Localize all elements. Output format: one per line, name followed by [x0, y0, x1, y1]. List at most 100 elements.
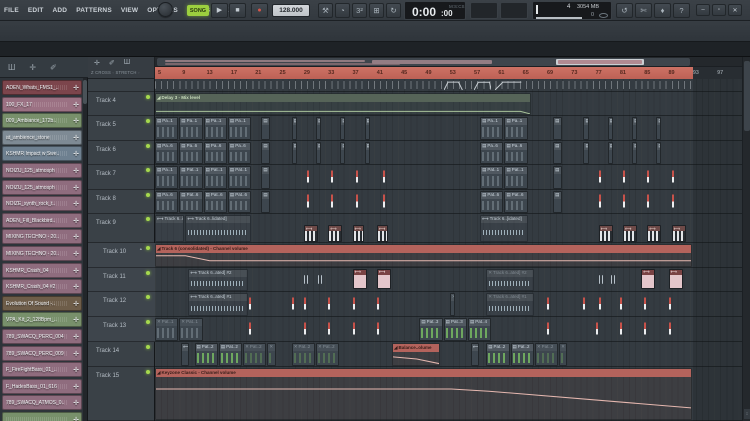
wait-for-input-icon[interactable]: ◔ — [335, 3, 350, 18]
tempo-display[interactable]: 128.000 — [272, 4, 310, 17]
minimize-button[interactable]: – — [696, 4, 710, 16]
track-lane[interactable]: ✕ Pat..1 ✕ Pat..1 ▤ Pat..3 ▤ Pat..3 ▤ Pat..4 — [155, 317, 742, 342]
mini-pattern-clip[interactable]: ▤ — [291, 117, 297, 140]
blend-recording-icon[interactable]: ⊞ — [369, 3, 384, 18]
drag-handle-icon[interactable]: ✛ — [73, 250, 79, 258]
track-name[interactable]: Track 15 — [96, 373, 119, 379]
audio-spike-clip[interactable] — [328, 295, 331, 313]
drag-handle-icon[interactable]: ✛ — [73, 150, 79, 158]
pattern-clip[interactable]: ▤ Pat..1 — [480, 166, 504, 189]
drag-handle-icon[interactable]: ✛ — [73, 416, 79, 421]
picker-item[interactable]: F_HadesBass_01_616 ✛ — [2, 378, 82, 394]
pattern-clip[interactable]: ▤ Pa..1 — [179, 117, 203, 140]
zcross-toggle-icon[interactable]: ◦ — [112, 70, 114, 75]
pattern-clip-muted[interactable]: ✕ Pat..2 — [291, 343, 316, 366]
pattern-clip[interactable]: ▤ Pat..6 — [504, 191, 528, 213]
drag-handle-icon[interactable]: ✛ — [73, 267, 79, 275]
audio-clip[interactable]: ⟷ Track 6..ated] #2 — [188, 269, 249, 291]
audio-spike-clip[interactable] — [668, 295, 671, 313]
play-button[interactable]: ▶ — [211, 3, 228, 18]
track-lane[interactable]: ⟷▤Pat..2▤Pat..2✕Pat..2✕✕Pat..2✕Pat..2◢Ba… — [155, 342, 742, 367]
audio-spike-clip[interactable] — [671, 168, 674, 186]
mini-pattern-clip[interactable]: ▤ — [656, 142, 662, 164]
draw-icon[interactable]: ✐ — [50, 63, 57, 72]
loop-recording-icon[interactable]: ↻ — [386, 3, 401, 18]
audio-spike-clip[interactable] — [303, 295, 306, 313]
move-icon[interactable]: ✛ — [29, 63, 36, 72]
track-name-cell[interactable]: Track 5 — [88, 116, 155, 141]
audio-clip[interactable]: ⟷ Track 6..lidated] — [185, 215, 252, 242]
track-lane[interactable] — [155, 79, 742, 92]
pattern-clip[interactable]: ▤ Pat..1 — [179, 166, 203, 189]
mini-pattern-clip[interactable]: ▤ — [553, 191, 562, 213]
pattern-clip[interactable]: ▤ Pat..3 — [443, 318, 467, 341]
audio-spike-clip[interactable] — [303, 320, 306, 338]
pattern-clip[interactable]: ▤ Pat..2 — [194, 343, 218, 366]
audio-spike-clip[interactable] — [328, 320, 331, 338]
picker-item[interactable]: Evolution Of Sound -.. ✛ — [2, 295, 82, 311]
pencil-icon[interactable]: ✐ — [109, 59, 115, 67]
audio-clip-muted[interactable]: ✕ Track 6..ated] #2 — [486, 269, 534, 291]
track-name-cell[interactable]: Track 10 ▴ — [88, 243, 155, 268]
automation-clip-red[interactable]: ◢ Track 6 (consolidated) - Channel volume — [155, 244, 692, 267]
track-name-cell[interactable]: Track 14 — [88, 342, 155, 367]
track-name[interactable]: Track 5 — [96, 122, 116, 128]
track-mute-led[interactable] — [146, 271, 150, 275]
audio-spike-clip[interactable] — [598, 295, 601, 313]
drag-handle-icon[interactable]: ✛ — [73, 117, 79, 125]
drag-handle-icon[interactable]: ✛ — [73, 283, 79, 291]
group-collapse-icon[interactable]: ▴ — [140, 246, 142, 252]
drag-handle-icon[interactable]: ✛ — [73, 366, 79, 374]
picker-item[interactable]: KSHMR_Crash_04 #2 ✛ — [2, 279, 82, 295]
audio-spike-clip[interactable] — [598, 193, 601, 210]
audio-spike-clip[interactable] — [249, 295, 252, 313]
audio-spike-clip[interactable] — [376, 320, 379, 338]
audio-burst-clip[interactable]: ⟷ — [647, 225, 662, 242]
pattern-clip[interactable]: ▤ Pa..6 — [203, 142, 227, 164]
track-name[interactable]: Track 10 — [103, 249, 126, 255]
drag-handle-icon[interactable]: ✛ — [73, 399, 79, 407]
playlist-horizontal-scrollbar[interactable] — [155, 57, 742, 67]
stretch-toggles[interactable]: Z CROSS ◦ STRETCH ◦ — [91, 70, 140, 75]
picker-item[interactable]: MIXING TECHNO - 20.. ✛ — [2, 229, 82, 245]
track-lane[interactable]: ⟷Track 6..ated] #1✕✕Track 6..ated] #1 — [155, 292, 742, 317]
mini-pattern-clip[interactable]: ▤ — [583, 142, 589, 164]
pattern-clip[interactable]: ▤ Pa..6 — [179, 142, 203, 164]
mini-pattern-clip[interactable]: ▤ — [291, 142, 297, 164]
tick-marks-clip[interactable] — [317, 274, 322, 285]
stretch-toggle-icon[interactable]: ◦ — [138, 70, 140, 75]
audio-clip[interactable]: ⟷ Track 6..ated] #1 — [188, 293, 249, 316]
pattern-clip[interactable]: ▤ Pa..1 — [480, 117, 504, 140]
pattern-clip[interactable]: ▤ Pa..6 — [480, 142, 504, 164]
menu-item-file[interactable]: FILE — [4, 7, 19, 14]
mini-pattern-clip[interactable]: ▤ — [316, 117, 322, 140]
track-mute-led[interactable] — [146, 345, 150, 349]
resize-grip-icon[interactable]: ↕ — [744, 409, 750, 419]
drag-handle-icon[interactable]: ✛ — [73, 233, 79, 241]
pattern-clip[interactable]: ▤ Pat..1 — [504, 166, 528, 189]
tick-marks-clip[interactable] — [598, 274, 603, 285]
pattern-clip[interactable]: ▤ Pat..4 — [467, 318, 492, 341]
mic-icon[interactable]: ♦ — [654, 3, 671, 18]
mini-pattern-clip[interactable]: ▤ — [632, 117, 638, 140]
mini-audio-clip[interactable]: ⟷ — [181, 343, 190, 366]
audio-burst-clip[interactable]: ⟷ — [328, 225, 343, 242]
playlist-window-titlebar[interactable]: ▸∩⌇∪⊘◁↔➚⊏⊐⊙◂ ◂▸ Playlist - Arrangement ›… — [0, 42, 750, 95]
countdown-icon[interactable]: 3² — [352, 3, 367, 18]
track-mute-led[interactable] — [146, 144, 150, 148]
mini-pattern-clip[interactable]: ▤ — [364, 142, 370, 164]
playlist-vertical-scrollbar[interactable]: ↕ — [742, 57, 750, 421]
scrollbar-handle[interactable] — [157, 58, 690, 66]
pink-audio-clip[interactable]: ⟷ — [376, 269, 392, 289]
time-display[interactable]: 0:00 :00 M:S:CS — [404, 1, 466, 20]
tick-marks-clip[interactable] — [610, 274, 615, 285]
automation-clip-red[interactable]: ◢ Keyzone Classic - Channel volume — [155, 368, 692, 420]
audio-spike-clip[interactable] — [249, 320, 252, 338]
pattern-clip[interactable]: ▤ Pa..1 — [203, 117, 227, 140]
mini-pattern-clip[interactable]: ▤ — [316, 142, 322, 164]
mini-pattern-clip[interactable]: ▤ — [632, 142, 638, 164]
picker-item[interactable]: MIXING TECHNO - 20.. ✛ — [2, 246, 82, 261]
drag-handle-icon[interactable]: ✛ — [73, 383, 79, 391]
audio-spike-clip[interactable] — [619, 320, 622, 338]
track-name[interactable]: Track 13 — [103, 323, 126, 329]
